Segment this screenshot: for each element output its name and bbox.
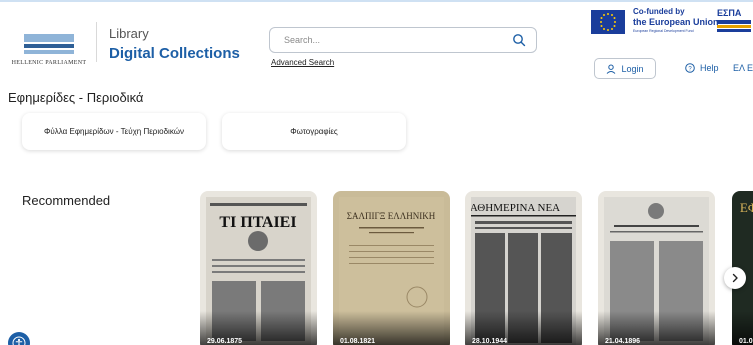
category-section-title: Εφημερίδες - Περιοδικά (8, 90, 144, 105)
accessibility-button[interactable] (8, 332, 30, 345)
category-card-photos[interactable]: Φωτογραφίες (222, 113, 406, 150)
espa-label: ΕΣΠΑ (717, 8, 742, 18)
logo-text: HELLENIC PARLIAMENT (11, 60, 87, 66)
recommended-item[interactable]: ΤΙ ΠΤΑΙΕΙ 29.06.1875 (200, 191, 317, 345)
accessibility-icon (12, 336, 26, 345)
eu-flag-icon (591, 10, 625, 34)
eu-line1: Co-funded by (633, 7, 685, 16)
svg-text:ΕΦ: ΕΦ (740, 200, 753, 215)
help-circle-icon: ? (685, 63, 695, 73)
recommended-item[interactable]: ΚΑΘΗΜΕΡΙΝΑ ΝΕΑ 28.10.1944 (465, 191, 582, 345)
recommended-item[interactable]: 21.04.1896 (598, 191, 715, 345)
eu-cofunded-banner: Co-funded by the European Union European… (583, 2, 753, 48)
item-date: 29.06.1875 (207, 338, 243, 345)
advanced-search-link[interactable]: Advanced Search (271, 58, 334, 67)
search-box (269, 27, 537, 53)
item-date: 01.0 (739, 338, 753, 345)
search-icon[interactable] (512, 33, 526, 47)
chevron-right-icon (732, 273, 738, 283)
category-label: Φωτογραφίες (290, 127, 338, 136)
espa-logo: ΕΣΠΑ (717, 8, 753, 36)
logo-divider (96, 22, 97, 62)
user-icon (607, 64, 616, 74)
search-input[interactable] (270, 28, 510, 52)
page: HELLENIC PARLIAMENT Library Digital Coll… (0, 0, 753, 345)
parliament-emblem-icon (24, 30, 74, 56)
item-date: 28.10.1944 (472, 338, 508, 345)
category-label: Φύλλα Εφημερίδων - Τεύχη Περιοδικών (44, 127, 184, 136)
recommended-title: Recommended (22, 193, 111, 208)
svg-text:ΤΙ ΠΤΑΙΕΙ: ΤΙ ΠΤΑΙΕΙ (219, 214, 296, 231)
carousel-next-button[interactable] (724, 267, 746, 289)
help-link[interactable]: ? Help (685, 63, 719, 73)
login-button[interactable]: Login (594, 58, 656, 79)
item-date: 21.04.1896 (605, 338, 641, 345)
eu-line2: the European Union (633, 17, 719, 27)
login-label: Login (621, 63, 644, 74)
site-title[interactable]: Digital Collections (109, 45, 240, 62)
eu-line3: European Regional Development Fund (633, 29, 694, 33)
library-label: Library (109, 26, 149, 41)
svg-text:ΚΑΘΗΜΕΡΙΝΑ ΝΕΑ: ΚΑΘΗΜΕΡΙΝΑ ΝΕΑ (471, 202, 560, 214)
category-card-newspapers[interactable]: Φύλλα Εφημερίδων - Τεύχη Περιοδικών (22, 113, 206, 150)
parliament-logo[interactable]: HELLENIC PARLIAMENT (8, 16, 90, 66)
language-switch[interactable]: ΕΛ EN (733, 63, 753, 73)
help-label: Help (700, 63, 719, 73)
svg-text:ΣΑΛΠΙΓΞ ΕΛΛΗΝΙΚΗ: ΣΑΛΠΙΓΞ ΕΛΛΗΝΙΚΗ (347, 211, 436, 221)
recommended-item[interactable]: ΣΑΛΠΙΓΞ ΕΛΛΗΝΙΚΗ 01.08.1821 (333, 191, 450, 345)
item-date: 01.08.1821 (340, 338, 376, 345)
